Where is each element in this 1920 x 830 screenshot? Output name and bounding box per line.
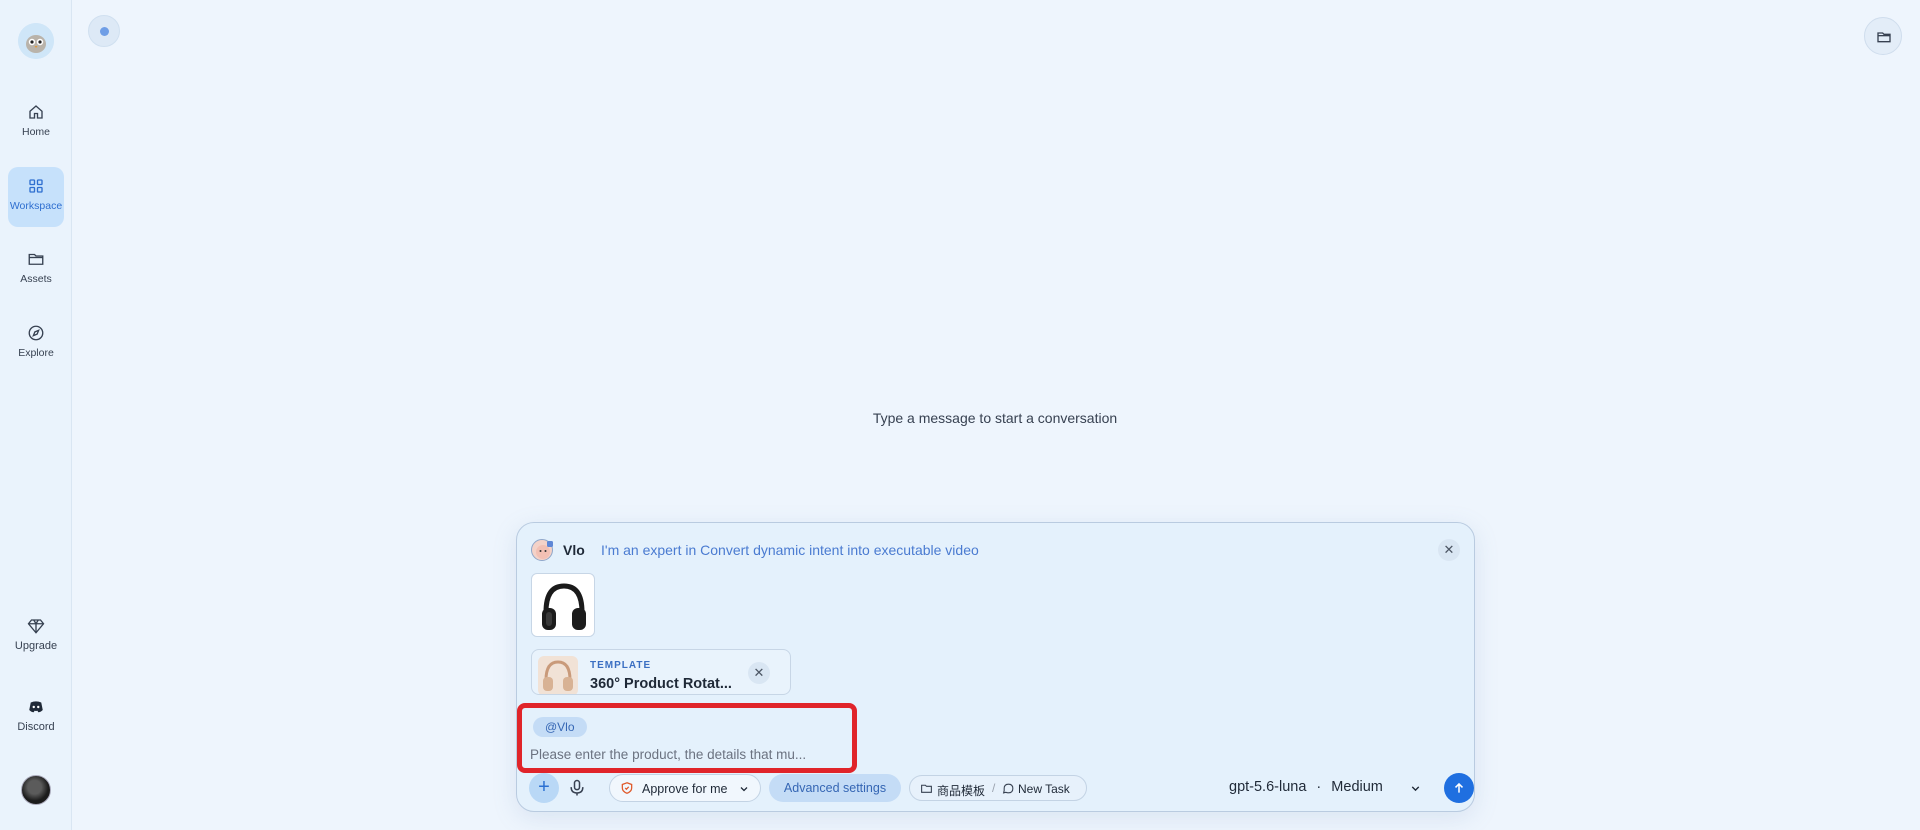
sidebar-item-label: Workspace xyxy=(9,200,63,212)
prompt-input[interactable] xyxy=(530,744,850,764)
diamond-icon xyxy=(27,619,45,634)
sidebar-item-discord[interactable]: Discord xyxy=(8,688,64,746)
app-logo[interactable] xyxy=(18,23,54,59)
context-task-label: New Task xyxy=(1018,782,1070,796)
remove-template-button[interactable]: ✕ xyxy=(748,662,770,684)
headphones-image xyxy=(542,583,586,630)
sidebar-item-label: Explore xyxy=(18,347,54,359)
plus-icon: + xyxy=(538,776,550,798)
status-toggle-button[interactable] xyxy=(88,15,120,47)
chat-bubble-icon xyxy=(1002,783,1014,794)
microphone-icon[interactable] xyxy=(567,778,587,798)
agent-name: Vlo xyxy=(563,542,585,558)
agent-mention-chip[interactable]: @Vlo xyxy=(533,717,587,737)
arrow-up-icon xyxy=(1454,782,1464,793)
model-separator: · xyxy=(1316,779,1322,795)
grid-icon xyxy=(29,179,43,193)
user-avatar[interactable] xyxy=(21,775,51,805)
status-dot-icon xyxy=(100,27,109,36)
folder-icon xyxy=(1877,32,1891,43)
files-button[interactable] xyxy=(1864,17,1902,55)
discord-icon xyxy=(29,701,43,713)
sidebar-item-label: Discord xyxy=(17,721,55,733)
home-icon xyxy=(29,105,43,119)
sidebar-item-assets[interactable]: Assets xyxy=(8,240,64,298)
sidebar-item-label: Upgrade xyxy=(14,640,58,652)
product-image-thumbnail[interactable] xyxy=(531,573,595,637)
context-template-label: 商品模板 xyxy=(937,784,986,798)
approve-mode-label: Approve for me xyxy=(642,782,728,796)
send-button[interactable] xyxy=(1444,773,1474,803)
sidebar-item-explore[interactable]: Explore xyxy=(8,314,64,372)
sidebar-item-home[interactable]: Home xyxy=(8,93,64,151)
template-title: 360° Product Rotat... xyxy=(590,676,732,692)
chat-composer: Vlo I'm an expert in Convert dynamic int… xyxy=(516,522,1475,812)
compass-icon xyxy=(28,325,44,341)
agent-header: Vlo I'm an expert in Convert dynamic int… xyxy=(531,539,1460,561)
add-attachment-button[interactable]: + xyxy=(529,773,559,803)
chevron-down-icon xyxy=(740,787,748,792)
context-separator: / xyxy=(992,781,996,795)
template-thumbnail xyxy=(538,656,578,694)
composer-toolbar: + Approve for me Advanced settings 商品模板 … xyxy=(529,773,1474,803)
sidebar-item-label: Home xyxy=(21,126,50,138)
chevron-down-icon[interactable] xyxy=(1409,782,1422,795)
agent-avatar xyxy=(531,539,553,561)
sidebar-item-workspace[interactable]: Workspace xyxy=(8,167,64,227)
advanced-settings-button[interactable]: Advanced settings xyxy=(769,774,901,802)
close-agent-button[interactable]: ✕ xyxy=(1438,539,1460,561)
effort-level: Medium xyxy=(1331,779,1383,795)
folder-icon xyxy=(28,253,44,265)
shield-icon xyxy=(621,782,633,794)
context-chips[interactable]: 商品模板 / New Task xyxy=(909,775,1087,801)
empty-state-message: Type a message to start a conversation xyxy=(872,410,1118,426)
template-tag: TEMPLATE xyxy=(590,660,652,671)
prompt-input-area: @Vlo xyxy=(517,703,857,773)
approve-mode-dropdown[interactable]: Approve for me xyxy=(609,774,761,802)
model-selector[interactable]: gpt-5.6-luna · Medium xyxy=(1229,779,1383,795)
sidebar-item-upgrade[interactable]: Upgrade xyxy=(8,607,64,665)
sidebar-item-label: Assets xyxy=(20,273,52,285)
agent-description: I'm an expert in Convert dynamic intent … xyxy=(601,542,979,558)
template-card[interactable]: TEMPLATE 360° Product Rotat... ✕ xyxy=(531,649,791,695)
folder-icon xyxy=(921,784,932,793)
model-name: gpt-5.6-luna xyxy=(1229,779,1307,795)
